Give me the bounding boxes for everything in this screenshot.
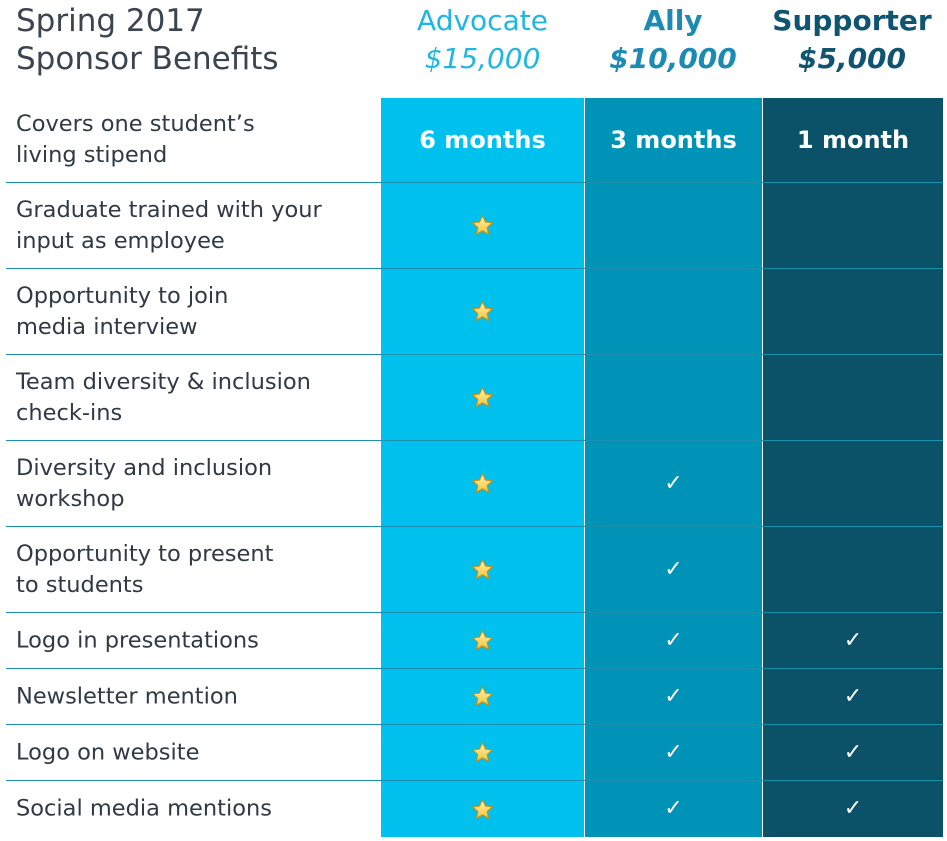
star-icon (471, 685, 494, 708)
cell-ally (585, 269, 762, 354)
star-icon (471, 629, 494, 652)
check-icon: ✓ (664, 556, 683, 582)
table-row: Logo in presentations ✓ ✓ (6, 613, 943, 669)
tier-price-advocate: $15,000 (424, 42, 541, 75)
table-row: Logo on website ✓ ✓ (6, 725, 943, 781)
check-icon: ✓ (664, 683, 683, 709)
cell-supporter (763, 527, 943, 612)
tier-name-advocate: Advocate (417, 4, 548, 37)
star-icon (471, 741, 494, 764)
cell-advocate (381, 781, 584, 837)
benefit-label: Logo on website (16, 739, 200, 765)
cell-advocate: 6 months (381, 98, 584, 182)
cell-supporter: 1 month (763, 98, 943, 182)
cell-ally: ✓ (585, 781, 762, 837)
cell-advocate (381, 725, 584, 780)
benefit-label: Social media mentions (16, 795, 272, 822)
cell-ally: ✓ (585, 725, 762, 780)
benefit-label: Team diversity & inclusion check-ins (16, 368, 311, 426)
cell-ally: 3 months (585, 98, 762, 182)
duration-text: 1 month (796, 126, 910, 154)
cell-ally (585, 355, 762, 440)
table-row: Newsletter mention ✓ ✓ (6, 669, 943, 725)
cell-advocate (381, 183, 584, 268)
cell-advocate (381, 355, 584, 440)
check-icon: ✓ (664, 739, 683, 765)
cell-supporter: ✓ (763, 781, 943, 837)
cell-supporter (763, 355, 943, 440)
star-icon (471, 386, 494, 409)
star-icon (471, 300, 494, 323)
table-row: Covers one student’s living stipend 6 mon… (6, 98, 943, 183)
duration-text: 3 months (610, 126, 737, 154)
benefit-label: Opportunity to present to students (16, 540, 274, 598)
table-row: Diversity and inclusion workshop ✓ (6, 441, 943, 527)
cell-advocate (381, 269, 584, 354)
cell-ally: ✓ (585, 669, 762, 724)
cell-supporter (763, 269, 943, 354)
benefit-label: Newsletter mention (16, 683, 238, 709)
cell-advocate (381, 527, 584, 612)
cell-ally: ✓ (585, 441, 762, 526)
benefit-label: Logo in presentations (16, 627, 259, 653)
title-line-2: Sponsor Benefits (16, 41, 279, 77)
tier-header-supporter: Supporter $5,000 (762, 2, 942, 78)
cell-supporter (763, 441, 943, 526)
sponsor-benefits-table: Spring 2017 Sponsor Benefits Advocate $1… (0, 0, 947, 841)
tier-header-advocate: Advocate $15,000 (381, 2, 584, 78)
tier-price-supporter: $5,000 (797, 42, 907, 75)
benefit-label: Graduate trained with your input as empl… (16, 196, 322, 254)
benefit-label: Opportunity to join media interview (16, 282, 229, 340)
check-icon: ✓ (843, 739, 863, 765)
cell-supporter: ✓ (763, 725, 943, 780)
check-icon: ✓ (664, 470, 683, 496)
table-row: Opportunity to present to students ✓ (6, 527, 943, 613)
title-line-1: Spring 2017 (16, 3, 205, 39)
table-row: Social media mentions ✓ ✓ (6, 781, 943, 837)
tier-name-supporter: Supporter (772, 4, 932, 37)
cell-supporter: ✓ (763, 613, 943, 668)
check-icon: ✓ (843, 796, 863, 821)
table-row: Graduate trained with your input as empl… (6, 183, 943, 269)
cell-ally: ✓ (585, 613, 762, 668)
table-row: Team diversity & inclusion check-ins (6, 355, 943, 441)
cell-advocate (381, 613, 584, 668)
cell-ally: ✓ (585, 527, 762, 612)
table-row: Opportunity to join media interview (6, 269, 943, 355)
star-icon (471, 472, 494, 495)
check-icon: ✓ (843, 627, 863, 653)
cell-supporter: ✓ (763, 669, 943, 724)
page-title: Spring 2017 Sponsor Benefits (16, 2, 279, 78)
star-icon (471, 558, 494, 581)
check-icon: ✓ (664, 796, 683, 821)
cell-supporter (763, 183, 943, 268)
check-icon: ✓ (843, 683, 863, 709)
duration-text: 6 months (419, 126, 546, 154)
check-icon: ✓ (664, 627, 683, 653)
cell-ally (585, 183, 762, 268)
cell-advocate (381, 669, 584, 724)
benefit-label: Diversity and inclusion workshop (16, 454, 273, 512)
cell-advocate (381, 441, 584, 526)
tier-name-ally: Ally (643, 4, 703, 37)
tier-header-ally: Ally $10,000 (584, 2, 762, 78)
star-icon (471, 214, 494, 237)
benefit-label: Covers one student’s living stipend (16, 111, 255, 168)
tier-price-ally: $10,000 (609, 42, 737, 75)
star-icon (471, 798, 494, 821)
